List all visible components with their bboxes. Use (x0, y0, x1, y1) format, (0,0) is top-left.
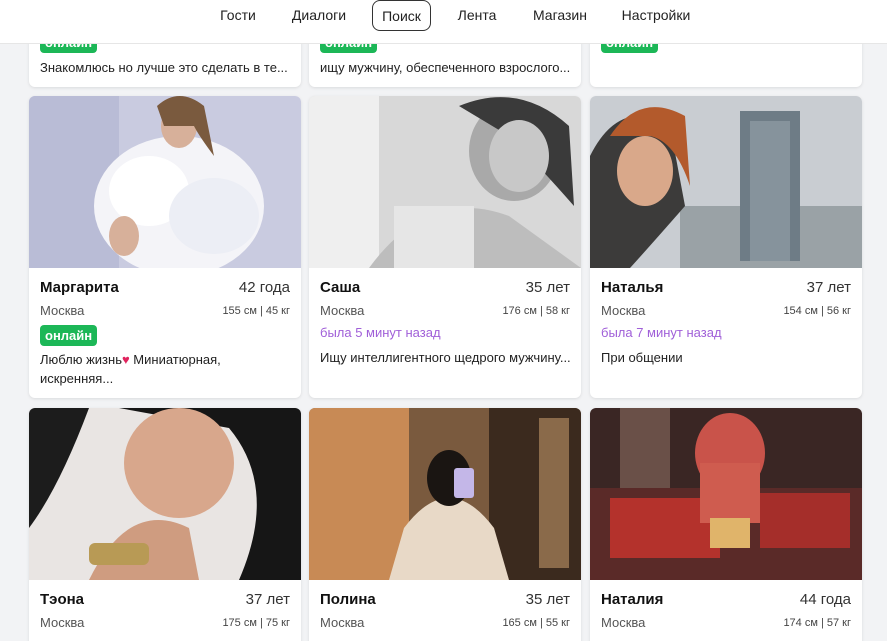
profile-about: Люблю жизнь♥ Миниатюрная, искренняя... (40, 350, 292, 388)
profile-about: ищу мужчину, обеспеченного взрослого... (320, 60, 571, 75)
profile-height-weight: 175 см | 75 кг (222, 617, 290, 629)
profile-card[interactable]: Полина 35 лет Москва 165 см | 55 кг (309, 408, 581, 641)
nav-feed[interactable]: Лента (450, 0, 504, 31)
profile-city: Москва (320, 303, 365, 318)
profile-name: Полина (320, 591, 376, 608)
profile-height-weight: 174 см | 57 кг (783, 617, 851, 629)
profile-card[interactable]: Маргарита 42 года Москва 155 см | 45 кг … (29, 96, 301, 398)
heart-icon: ♥ (121, 352, 130, 367)
last-seen: была 5 минут назад (320, 325, 441, 340)
profile-age: 44 года (799, 591, 851, 608)
nav-dialogs[interactable]: Диалоги (284, 0, 354, 31)
profile-name: Тэона (40, 591, 85, 608)
profile-age: 37 лет (806, 279, 851, 296)
profile-name: Наталия (601, 591, 664, 608)
nav-settings[interactable]: Настройки (615, 0, 697, 31)
profile-height-weight: 155 см | 45 кг (222, 305, 290, 317)
profile-card[interactable]: Тэона 37 лет Москва 175 см | 75 кг (29, 408, 301, 641)
nav-shop[interactable]: Магазин (525, 0, 595, 31)
top-navigation: Гости Диалоги Поиск Лента Магазин Настро… (0, 0, 887, 44)
profile-about: Знакомлюсь но лучше это сделать в те... (40, 60, 288, 75)
profile-city: Москва (601, 615, 646, 630)
online-badge: онлайн (40, 325, 98, 346)
profile-name: Маргарита (40, 279, 119, 296)
profile-height-weight: 154 см | 56 кг (783, 305, 851, 317)
profile-card[interactable]: Наталья 37 лет Москва 154 см | 56 кг был… (590, 96, 862, 398)
profile-photo[interactable] (309, 96, 581, 268)
profile-name: Наталья (601, 279, 664, 296)
profile-age: 35 лет (525, 591, 570, 608)
profile-card[interactable]: Наталия 44 года Москва 174 см | 57 кг (590, 408, 862, 641)
profile-city: Москва (40, 615, 85, 630)
profile-height-weight: 176 см | 58 кг (502, 305, 570, 317)
profile-photo[interactable] (309, 408, 581, 580)
profile-city: Москва (601, 303, 646, 318)
profile-photo[interactable] (590, 408, 862, 580)
profile-about: При общении (601, 350, 683, 365)
profile-photo[interactable] (590, 96, 862, 268)
profile-height-weight: 165 см | 55 кг (502, 617, 570, 629)
profile-age: 35 лет (525, 279, 570, 296)
nav-guests[interactable]: Гости (212, 0, 264, 31)
profile-age: 37 лет (245, 591, 290, 608)
profile-city: Москва (320, 615, 365, 630)
profile-city: Москва (40, 303, 85, 318)
profile-age: 42 года (238, 279, 290, 296)
profile-photo[interactable] (29, 408, 301, 580)
about-text: Люблю жизнь (40, 352, 122, 367)
profile-name: Саша (320, 279, 361, 296)
profile-about: Ищу интеллигентного щедрого мужчину... (320, 350, 571, 365)
last-seen: была 7 минут назад (601, 325, 722, 340)
nav-search[interactable]: Поиск (372, 0, 431, 31)
profile-photo[interactable] (29, 96, 301, 268)
profile-card[interactable]: Саша 35 лет Москва 176 см | 58 кг была 5… (309, 96, 581, 398)
